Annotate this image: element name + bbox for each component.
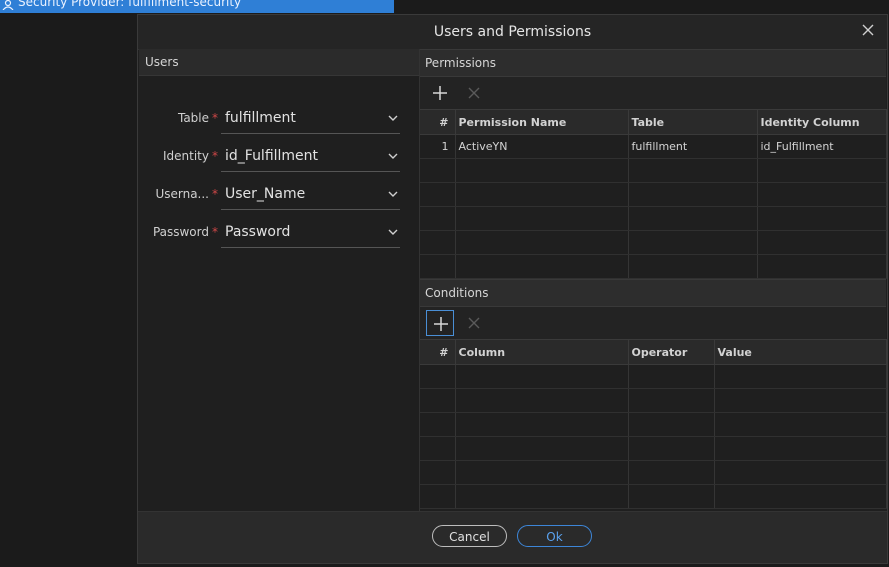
empty-row bbox=[420, 230, 887, 255]
dialog-footer: Cancel Ok bbox=[138, 511, 887, 563]
plus-icon bbox=[433, 86, 447, 100]
column-header[interactable]: Value bbox=[714, 339, 887, 365]
column-header[interactable]: Column bbox=[455, 339, 629, 365]
permissions-toolbar bbox=[420, 77, 886, 109]
permissions-area: Permissions # Permission Name Table Iden… bbox=[420, 49, 887, 509]
empty-row bbox=[420, 364, 887, 389]
table-header-row: # Column Operator Value bbox=[420, 339, 887, 365]
empty-row bbox=[420, 412, 887, 437]
x-icon bbox=[468, 317, 480, 329]
delete-permission-button[interactable] bbox=[460, 80, 488, 106]
username-label: Userna... bbox=[155, 187, 209, 201]
column-header[interactable]: Table bbox=[628, 109, 758, 135]
empty-row bbox=[420, 484, 887, 509]
ok-button[interactable]: Ok bbox=[517, 525, 592, 547]
row-number: 1 bbox=[420, 134, 456, 159]
username-select[interactable]: User_Name bbox=[221, 181, 400, 210]
identity-label: Identity bbox=[163, 149, 209, 163]
users-permissions-dialog: Users and Permissions Users Table * fulf… bbox=[137, 14, 888, 564]
table-select[interactable]: fulfillment bbox=[221, 105, 400, 134]
dialog-titlebar: Users and Permissions bbox=[138, 15, 887, 50]
identity-value: id_Fulfillment bbox=[225, 148, 319, 164]
users-icon bbox=[2, 0, 14, 10]
empty-row bbox=[420, 254, 887, 279]
conditions-heading: Conditions bbox=[420, 279, 886, 307]
chevron-down-icon bbox=[388, 191, 398, 197]
permission-name-cell[interactable]: ActiveYN bbox=[455, 134, 629, 159]
delete-condition-button[interactable] bbox=[460, 310, 488, 336]
empty-row bbox=[420, 206, 887, 231]
required-marker: * bbox=[212, 149, 218, 163]
column-header[interactable]: # bbox=[420, 339, 456, 365]
security-provider-tab[interactable]: Security Provider: fulfillment-security bbox=[0, 0, 394, 13]
users-heading: Users bbox=[139, 49, 419, 76]
column-header[interactable]: Identity Column bbox=[757, 109, 887, 135]
password-label: Password bbox=[152, 225, 209, 239]
x-icon bbox=[468, 87, 480, 99]
dialog-title: Users and Permissions bbox=[433, 24, 592, 40]
table-value: fulfillment bbox=[225, 110, 296, 126]
column-header[interactable]: Operator bbox=[628, 339, 715, 365]
table-row[interactable]: 1 ActiveYN fulfillment id_Fulfillment bbox=[420, 134, 887, 159]
table-field: Table * fulfillment bbox=[139, 105, 419, 135]
column-header[interactable]: Permission Name bbox=[455, 109, 629, 135]
identity-field: Identity * id_Fulfillment bbox=[139, 143, 419, 173]
empty-row bbox=[420, 182, 887, 207]
identity-select[interactable]: id_Fulfillment bbox=[221, 143, 400, 172]
table-label: Table bbox=[177, 111, 209, 125]
required-marker: * bbox=[212, 111, 218, 125]
chevron-down-icon bbox=[388, 229, 398, 235]
permissions-heading: Permissions bbox=[420, 49, 886, 77]
users-panel: Users Table * fulfillment Identity * id_… bbox=[139, 49, 420, 512]
password-field: Password * Password bbox=[139, 219, 419, 249]
chevron-down-icon bbox=[388, 115, 398, 121]
empty-row bbox=[420, 460, 887, 485]
table-cell[interactable]: fulfillment bbox=[628, 134, 758, 159]
identity-column-cell[interactable]: id_Fulfillment bbox=[757, 134, 887, 159]
password-value: Password bbox=[225, 224, 291, 240]
required-marker: * bbox=[212, 225, 218, 239]
conditions-toolbar bbox=[420, 307, 886, 339]
security-provider-label: Security Provider: fulfillment-security bbox=[18, 0, 242, 9]
table-header-row: # Permission Name Table Identity Column bbox=[420, 109, 887, 135]
empty-row bbox=[420, 388, 887, 413]
empty-row bbox=[420, 158, 887, 183]
conditions-table: # Column Operator Value bbox=[420, 339, 887, 509]
add-condition-button[interactable] bbox=[426, 310, 454, 336]
cancel-button[interactable]: Cancel bbox=[432, 525, 507, 547]
close-icon[interactable] bbox=[860, 21, 876, 39]
required-marker: * bbox=[212, 187, 218, 201]
password-select[interactable]: Password bbox=[221, 219, 400, 248]
plus-icon bbox=[434, 317, 448, 331]
username-value: User_Name bbox=[225, 186, 306, 202]
permissions-table: # Permission Name Table Identity Column … bbox=[420, 109, 887, 279]
username-field: Userna... * User_Name bbox=[139, 181, 419, 211]
chevron-down-icon bbox=[388, 153, 398, 159]
add-permission-button[interactable] bbox=[426, 80, 454, 106]
empty-row bbox=[420, 436, 887, 461]
column-header[interactable]: # bbox=[420, 109, 456, 135]
